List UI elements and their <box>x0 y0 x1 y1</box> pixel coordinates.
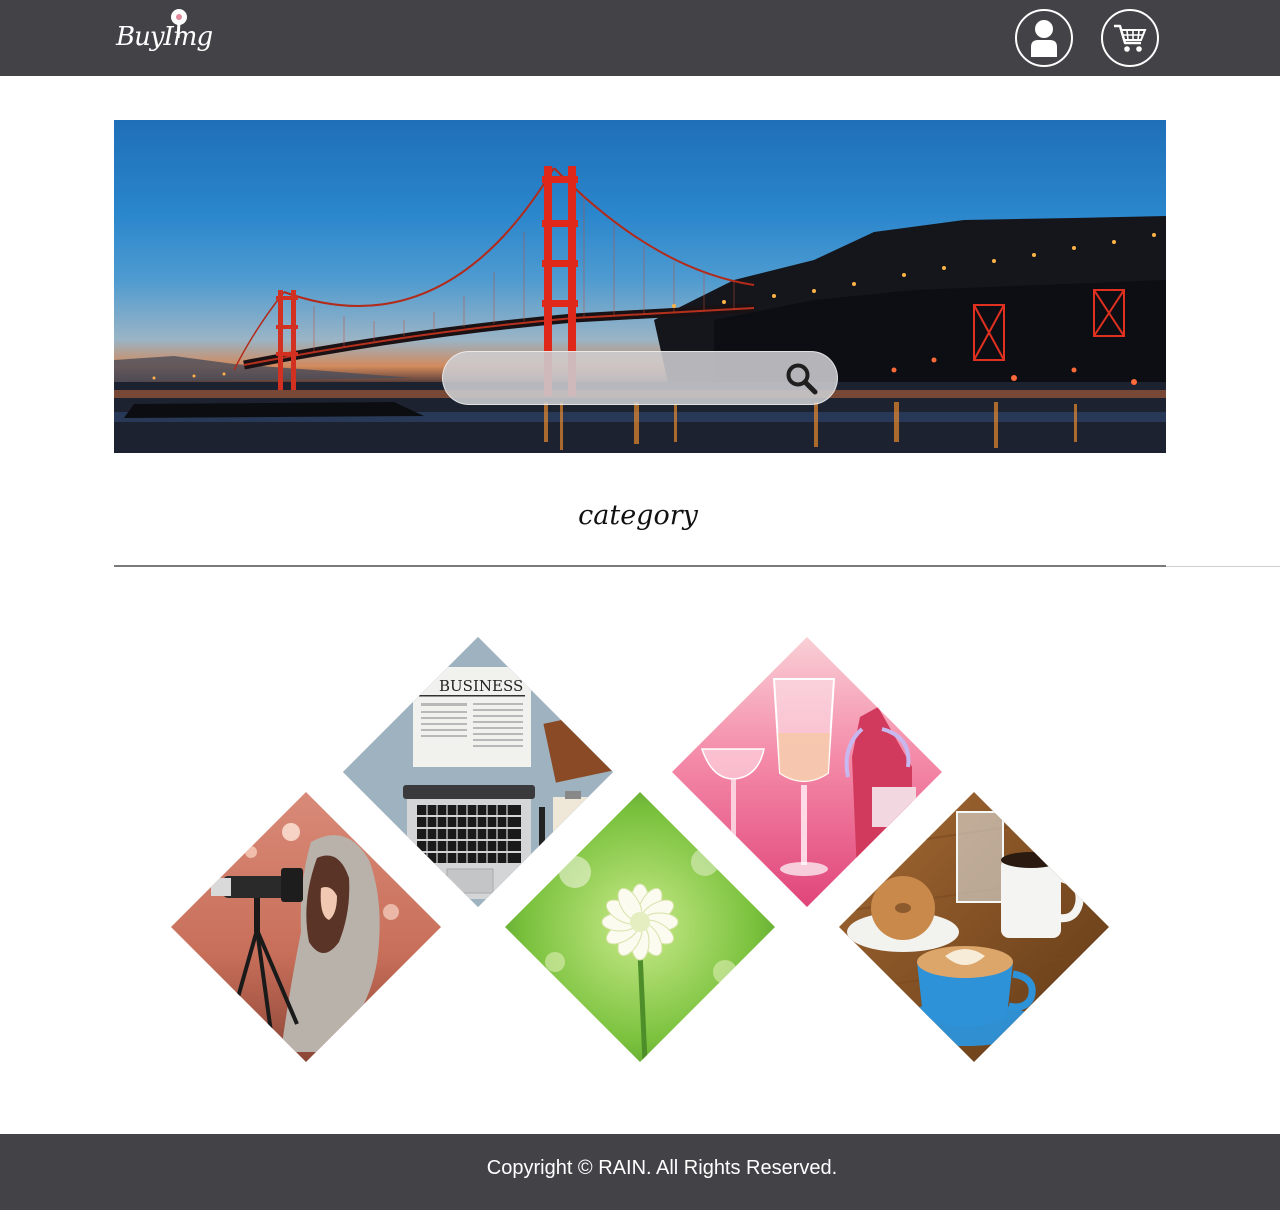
account-button[interactable] <box>1015 9 1073 67</box>
section-divider <box>114 565 1166 567</box>
woman-with-camera-image <box>171 792 441 1062</box>
footer: Copyright © RAIN. All Rights Reserved. <box>0 1134 1280 1210</box>
copyright-text: Copyright © RAIN. All Rights Reserved. <box>486 1157 838 1179</box>
top-navigation-bar: BuyImg <box>0 0 1280 76</box>
section-divider-extension <box>1166 566 1280 567</box>
category-heading: category <box>578 500 698 531</box>
user-icon <box>1031 20 1057 57</box>
svg-text:BUSINESS: BUSINESS <box>439 677 523 695</box>
search-icon[interactable] <box>785 362 819 396</box>
hero-banner <box>114 120 1166 453</box>
search-input[interactable] <box>465 362 769 396</box>
buyimg-logo[interactable]: BuyImg <box>116 8 216 70</box>
shopping-cart-icon <box>1114 24 1147 52</box>
cart-button[interactable] <box>1101 9 1159 67</box>
category-photography[interactable] <box>171 792 441 1062</box>
logo-text: BuyImg <box>116 22 213 52</box>
search-bar[interactable] <box>442 351 838 405</box>
